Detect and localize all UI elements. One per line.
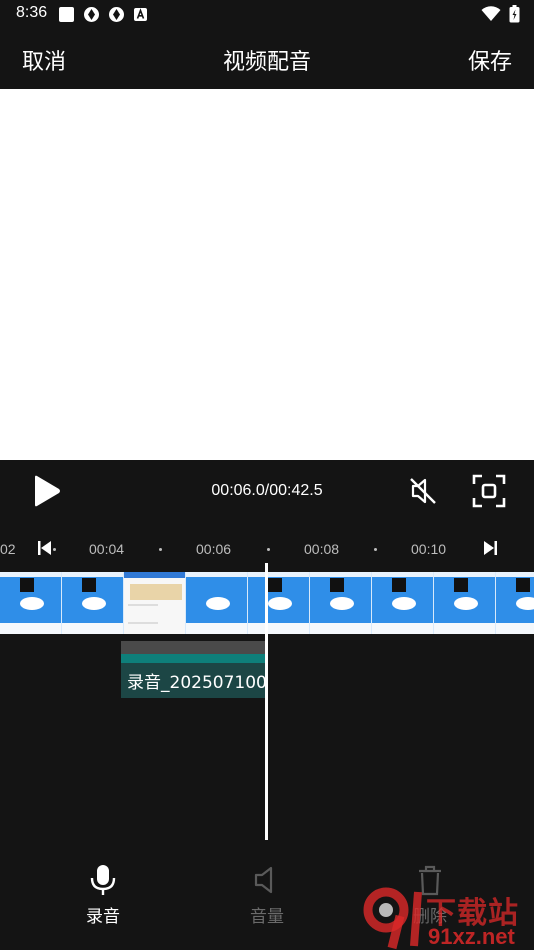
video-frame-thumbnail xyxy=(62,572,124,634)
tick-label: 00:06 xyxy=(196,541,232,557)
time-display: 00:06.0/00:42.5 xyxy=(211,482,323,499)
a-icon xyxy=(134,8,147,21)
tick-dot xyxy=(53,548,56,551)
record-label: 录音 xyxy=(86,907,120,927)
watermark-bottom-text: 91xz.net xyxy=(428,924,515,949)
video-frame-thumbnail xyxy=(0,572,62,634)
record-button[interactable]: 录音 xyxy=(58,864,148,927)
video-frame-thumbnail xyxy=(310,572,372,634)
volume-button[interactable]: 音量 xyxy=(222,864,312,927)
playhead[interactable] xyxy=(265,563,268,840)
video-frame-thumbnail xyxy=(434,572,496,634)
volume-label: 音量 xyxy=(250,907,284,927)
page-title: 视频配音 xyxy=(222,50,311,75)
mute-icon[interactable] xyxy=(407,475,439,507)
tick-dot xyxy=(159,548,162,551)
status-time: 8:36 xyxy=(16,4,48,21)
skip-forward-icon[interactable] xyxy=(482,540,498,556)
watermark-logo-icon xyxy=(363,887,422,950)
audio-clip[interactable]: 录音_2025071008 xyxy=(121,641,266,698)
skip-back-icon[interactable] xyxy=(37,540,53,556)
video-frame-thumbnail xyxy=(186,572,248,634)
fullscreen-icon[interactable] xyxy=(471,473,507,509)
watermark: 下载站 91xz.net xyxy=(362,886,534,950)
tick-label: 00:04 xyxy=(89,541,125,557)
tick-label: 00:08 xyxy=(304,541,340,557)
video-frame-thumbnail xyxy=(372,572,434,634)
status-bar: 8:36 xyxy=(0,0,534,30)
tick-label: 02 xyxy=(0,541,16,557)
top-bar: 取消 视频配音 保存 xyxy=(0,30,534,89)
tick-label: 00:10 xyxy=(411,541,447,557)
tick-dot xyxy=(374,548,377,551)
speaker-icon xyxy=(254,866,273,894)
audio-clip-label: 录音_2025071008 xyxy=(127,673,266,693)
video-preview[interactable] xyxy=(0,89,534,460)
wifi-icon xyxy=(481,6,501,21)
battery-charging-icon xyxy=(509,5,520,23)
tick-dot xyxy=(267,548,270,551)
gallery-icon xyxy=(84,7,99,22)
gallery-icon xyxy=(109,7,124,22)
timeline-ruler[interactable]: 02 00:04 00:06 00:08 00:10 xyxy=(0,532,534,566)
video-frame-thumbnail xyxy=(496,572,534,634)
microphone-icon xyxy=(90,865,116,895)
video-frame-thumbnail xyxy=(124,572,186,634)
status-right xyxy=(481,5,520,23)
player-controls: 00:06.0/00:42.5 xyxy=(0,460,534,522)
video-frame-thumbnail xyxy=(248,572,310,634)
save-button[interactable]: 保存 xyxy=(468,44,512,76)
square-icon xyxy=(59,7,74,22)
